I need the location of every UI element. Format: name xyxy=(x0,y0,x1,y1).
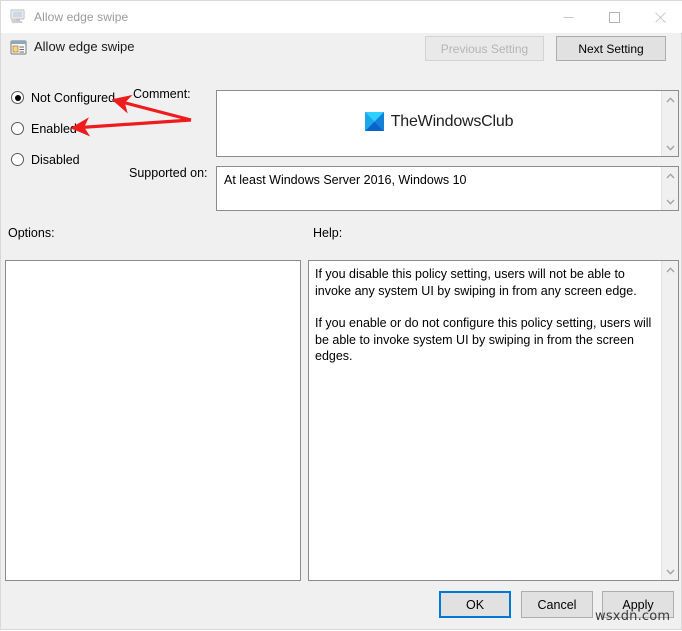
comment-scrollbar[interactable] xyxy=(661,91,678,156)
policy-setting-icon xyxy=(10,39,28,56)
supported-on-textbox[interactable]: At least Windows Server 2016, Windows 10 xyxy=(216,166,679,211)
cancel-button[interactable]: Cancel xyxy=(521,591,593,618)
group-policy-setting-dialog: Allow edge swipe Allow edge swipe Previo… xyxy=(0,0,682,630)
radio-label: Disabled xyxy=(31,152,80,167)
radio-indicator xyxy=(11,122,24,135)
policy-state-radio-group: Not Configured Enabled Disabled xyxy=(11,89,141,182)
setting-header: Allow edge swipe Previous Setting Next S… xyxy=(1,33,681,71)
setting-navigation: Previous Setting Next Setting xyxy=(425,36,666,61)
help-label: Help: xyxy=(313,226,343,240)
site-watermark: wsxdn.com xyxy=(595,609,671,624)
help-paragraph: If you enable or do not configure this p… xyxy=(315,316,652,363)
page-title: Allow edge swipe xyxy=(34,39,135,54)
window-title: Allow edge swipe xyxy=(34,10,129,24)
next-setting-button[interactable]: Next Setting xyxy=(556,36,666,61)
chevron-down-icon[interactable] xyxy=(662,139,679,156)
radio-disabled[interactable]: Disabled xyxy=(11,151,141,168)
radio-not-configured[interactable]: Not Configured xyxy=(11,89,141,106)
supported-on-value: At least Windows Server 2016, Windows 10 xyxy=(224,173,467,187)
help-paragraph: If you disable this policy setting, user… xyxy=(315,267,637,298)
ok-button[interactable]: OK xyxy=(439,591,511,618)
close-icon[interactable] xyxy=(637,1,682,33)
minimize-icon[interactable] xyxy=(545,1,591,33)
radio-label: Not Configured xyxy=(31,90,116,105)
dialog-footer: OK Cancel Apply xyxy=(1,583,681,629)
radio-indicator xyxy=(11,153,24,166)
chevron-down-icon[interactable] xyxy=(662,193,679,210)
computer-policy-icon xyxy=(9,9,27,25)
maximize-icon[interactable] xyxy=(591,1,637,33)
comment-textbox[interactable]: TheWindowsClub xyxy=(216,90,679,157)
window-controls xyxy=(545,1,682,33)
supported-on-label: Supported on: xyxy=(129,166,208,180)
radio-enabled[interactable]: Enabled xyxy=(11,120,141,137)
chevron-down-icon[interactable] xyxy=(662,563,679,580)
previous-setting-button[interactable]: Previous Setting xyxy=(425,36,544,61)
comment-label: Comment: xyxy=(133,87,191,101)
chevron-up-icon[interactable] xyxy=(662,91,679,108)
thewindowsclub-logo-icon xyxy=(364,112,384,131)
chevron-up-icon[interactable] xyxy=(662,261,679,278)
help-text: If you disable this policy setting, user… xyxy=(315,266,656,365)
chevron-up-icon[interactable] xyxy=(662,167,679,184)
radio-label: Enabled xyxy=(31,121,77,136)
watermark-text: TheWindowsClub xyxy=(390,112,514,130)
help-scrollbar[interactable] xyxy=(661,261,678,580)
options-panel[interactable] xyxy=(5,260,301,581)
options-label: Options: xyxy=(8,226,55,240)
radio-indicator xyxy=(11,91,24,104)
thewindowsclub-watermark: TheWindowsClub xyxy=(217,112,661,131)
supported-scrollbar[interactable] xyxy=(661,167,678,210)
help-panel[interactable]: If you disable this policy setting, user… xyxy=(308,260,679,581)
title-bar[interactable]: Allow edge swipe xyxy=(1,1,682,33)
